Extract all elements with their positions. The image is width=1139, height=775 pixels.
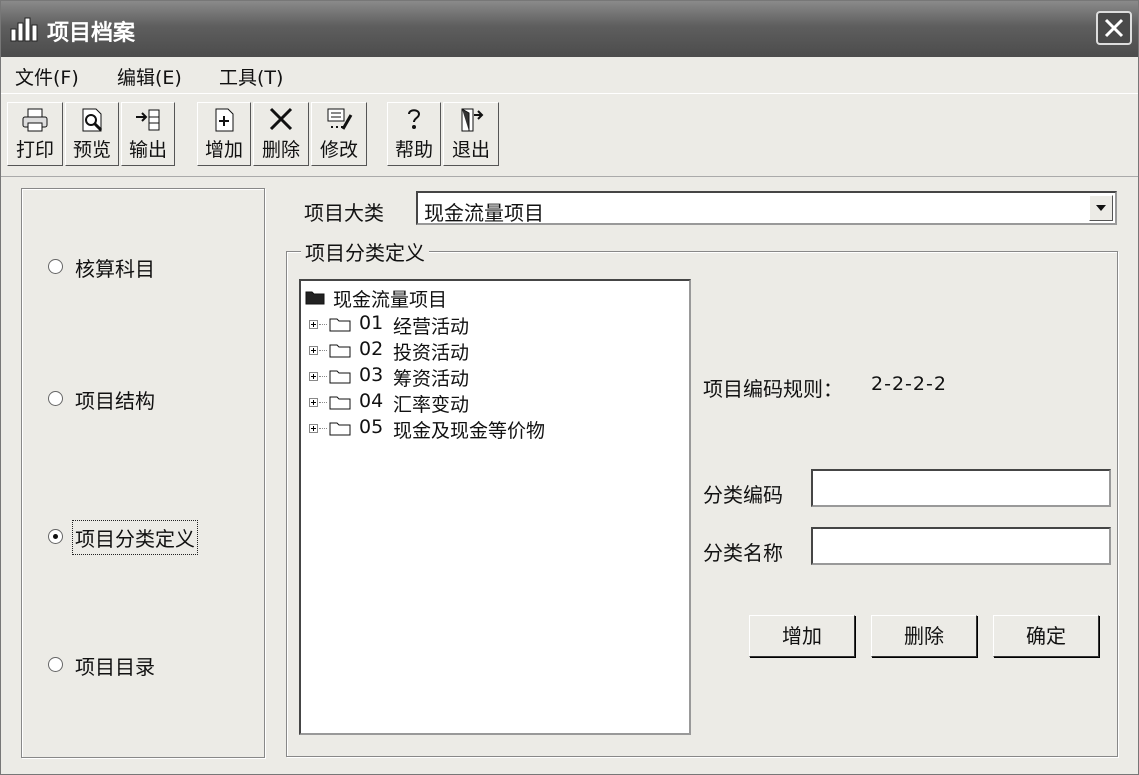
help-button[interactable]: 帮助 bbox=[387, 102, 441, 166]
tree-node-code: 04 bbox=[359, 390, 384, 412]
left-options-panel: 核算科目 项目结构 项目分类定义 项目目录 bbox=[21, 188, 265, 758]
printer-icon bbox=[22, 108, 48, 132]
project-category-label: 项目大类 bbox=[304, 201, 384, 225]
expand-plus-icon[interactable] bbox=[309, 424, 318, 433]
delete-toolbar-button[interactable]: 删除 bbox=[253, 102, 309, 166]
exit-label: 退出 bbox=[451, 139, 490, 161]
edit-toolbar-label: 修改 bbox=[319, 139, 358, 161]
folder-icon bbox=[329, 318, 351, 332]
category-code-label: 分类编码 bbox=[703, 483, 783, 507]
category-name-label: 分类名称 bbox=[703, 541, 783, 565]
category-tree[interactable]: 现金流量项目 01 经营活动 02 投资活动 03 筹资活动 04 汇率变动 0… bbox=[299, 279, 691, 735]
tree-node-name: 经营活动 bbox=[393, 316, 470, 338]
option-label: 项目结构 bbox=[75, 389, 155, 413]
radio-button-selected[interactable] bbox=[48, 529, 63, 544]
option-label: 项目目录 bbox=[75, 655, 155, 679]
edit-toolbar-button[interactable]: 修改 bbox=[311, 102, 367, 166]
radio-button[interactable] bbox=[48, 259, 63, 274]
chevron-down-icon bbox=[1096, 205, 1106, 211]
tree-node-name: 汇率变动 bbox=[393, 394, 470, 416]
option-label: 核算科目 bbox=[75, 257, 155, 281]
radio-button[interactable] bbox=[48, 657, 63, 672]
print-label: 打印 bbox=[15, 139, 54, 161]
category-name-input[interactable] bbox=[811, 527, 1111, 565]
tree-node-name: 筹资活动 bbox=[393, 368, 470, 390]
folder-icon bbox=[329, 422, 351, 436]
export-label: 输出 bbox=[128, 139, 167, 161]
window-title: 项目档案 bbox=[47, 21, 136, 46]
folder-icon bbox=[329, 396, 351, 410]
exit-button[interactable]: 退出 bbox=[443, 102, 499, 166]
folder-icon bbox=[329, 344, 351, 358]
add-icon bbox=[215, 108, 234, 132]
menu-file[interactable]: 文件(F) bbox=[15, 63, 79, 90]
add-toolbar-label: 增加 bbox=[204, 139, 243, 161]
project-category-select[interactable]: 现金流量项目 bbox=[416, 191, 1117, 225]
add-toolbar-button[interactable]: 增加 bbox=[197, 102, 251, 166]
delete-toolbar-label: 删除 bbox=[261, 139, 300, 161]
title-bar: 项目档案 bbox=[1, 1, 1138, 57]
tree-node-name: 现金及现金等价物 bbox=[393, 420, 546, 442]
edit-icon bbox=[327, 108, 353, 130]
delete-button[interactable]: 删除 bbox=[871, 615, 977, 657]
preview-icon bbox=[82, 108, 103, 132]
expand-plus-icon[interactable] bbox=[309, 346, 318, 355]
expand-plus-icon[interactable] bbox=[309, 398, 318, 407]
group-title: 项目分类定义 bbox=[301, 237, 429, 266]
folder-icon bbox=[329, 370, 351, 384]
expand-plus-icon[interactable] bbox=[309, 320, 318, 329]
menu-edit[interactable]: 编辑(E) bbox=[117, 63, 182, 90]
export-button[interactable]: 输出 bbox=[121, 102, 175, 166]
dropdown-button[interactable] bbox=[1089, 195, 1113, 221]
exit-icon bbox=[461, 108, 484, 132]
project-archive-window: 项目档案 文件(F) 编辑(E) 工具(T) 打印 预览 输出 增加 删除 修改… bbox=[0, 0, 1139, 775]
coding-rule-label: 项目编码规则： bbox=[703, 377, 843, 401]
close-button[interactable] bbox=[1096, 11, 1132, 45]
project-category-value: 现金流量项目 bbox=[424, 201, 544, 225]
print-button[interactable]: 打印 bbox=[7, 102, 63, 166]
app-bar-chart-icon bbox=[10, 17, 38, 42]
expand-plus-icon[interactable] bbox=[309, 372, 318, 381]
coding-rule-value: 2-2-2-2 bbox=[871, 373, 947, 395]
radio-button[interactable] bbox=[48, 391, 63, 406]
help-icon bbox=[408, 109, 421, 129]
tree-node-code: 01 bbox=[359, 312, 384, 334]
export-icon bbox=[136, 109, 160, 131]
tree-node-name: 投资活动 bbox=[393, 342, 470, 364]
help-label: 帮助 bbox=[394, 139, 433, 161]
tree-node-code: 02 bbox=[359, 338, 384, 360]
preview-label: 预览 bbox=[72, 139, 111, 161]
delete-icon bbox=[269, 107, 293, 131]
menu-tools[interactable]: 工具(T) bbox=[219, 63, 283, 90]
menu-bar: 文件(F) 编辑(E) 工具(T) bbox=[1, 57, 1138, 93]
folder-open-icon bbox=[305, 291, 325, 305]
add-button[interactable]: 增加 bbox=[749, 615, 855, 657]
tree-node-code: 05 bbox=[359, 416, 384, 438]
ok-button[interactable]: 确定 bbox=[993, 615, 1099, 657]
tree-node-code: 03 bbox=[359, 364, 384, 386]
close-icon bbox=[1104, 18, 1124, 38]
category-code-input[interactable] bbox=[811, 469, 1111, 507]
preview-button[interactable]: 预览 bbox=[65, 102, 119, 166]
toolbar: 打印 预览 输出 增加 删除 修改 帮助 退出 bbox=[1, 93, 1138, 177]
option-label: 项目分类定义 bbox=[72, 520, 198, 555]
tree-root-label: 现金流量项目 bbox=[333, 289, 448, 311]
